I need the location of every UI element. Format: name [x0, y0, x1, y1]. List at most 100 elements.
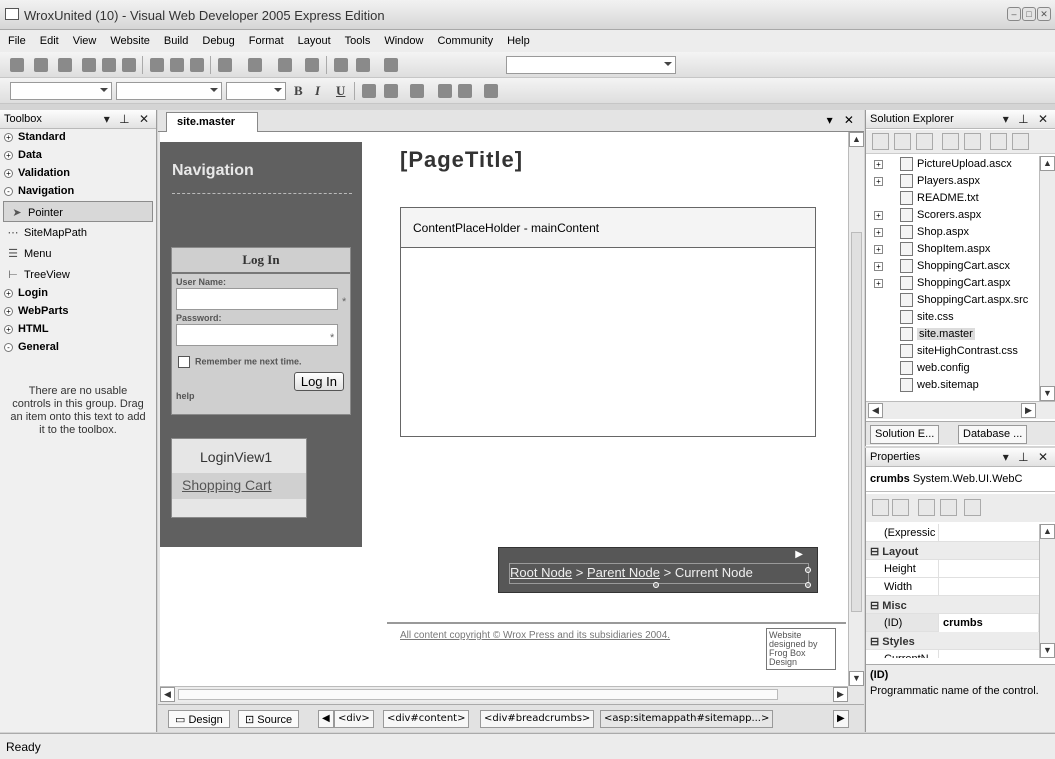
categorized-icon[interactable] — [872, 499, 889, 516]
table-row[interactable]: (ID) crumbs — [866, 614, 1039, 632]
table-row[interactable]: CurrentN — [866, 650, 1039, 658]
sitemappath-crumbs[interactable]: Root Node > Parent Node > Current Node ▶ — [498, 547, 818, 593]
horizontal-scrollbar[interactable]: ◀ ▶ — [160, 686, 848, 702]
paste-icon[interactable] — [190, 58, 204, 72]
copy-icon[interactable] — [170, 58, 184, 72]
list-item[interactable]: siteHighContrast.css — [866, 343, 1039, 360]
menu-format[interactable]: Format — [241, 30, 290, 47]
design-surface[interactable]: Navigation Log In User Name: * Password:… — [160, 132, 848, 686]
table-row[interactable]: Height — [866, 560, 1039, 578]
new-website-icon[interactable] — [34, 58, 48, 72]
toolbox-category-navigation[interactable]: - Navigation — [0, 183, 156, 201]
background-color-icon[interactable] — [384, 84, 398, 98]
list-item[interactable]: web.sitemap — [866, 377, 1039, 394]
menu-file[interactable]: File — [0, 30, 32, 47]
underline-button[interactable]: U — [336, 83, 345, 99]
menu-debug[interactable]: Debug — [194, 30, 240, 47]
help-link[interactable]: help — [172, 389, 350, 403]
toolbox-category-validation[interactable]: + Validation — [0, 165, 156, 183]
font-size-combo[interactable] — [226, 82, 286, 100]
menu-window[interactable]: Window — [376, 30, 429, 47]
properties-controls[interactable]: ▾ ⊥ ✕ — [1003, 450, 1051, 464]
navigate-backward-icon[interactable] — [278, 58, 292, 72]
foreground-color-icon[interactable] — [362, 84, 376, 98]
source-view-button[interactable]: ⊡ Source — [238, 710, 300, 728]
tab-site-master[interactable]: site.master — [166, 112, 258, 133]
nest-files-icon[interactable] — [916, 133, 933, 150]
toolbox-category-general[interactable]: - General — [0, 339, 156, 357]
login-button[interactable]: Log In — [293, 372, 344, 391]
tag-nav-left[interactable]: ◀ — [318, 710, 334, 728]
start-debug-icon[interactable] — [334, 58, 348, 72]
view-designer-icon[interactable] — [964, 133, 981, 150]
properties-scrollbar[interactable]: ▲ ▼ — [1039, 524, 1055, 658]
toolbox-item-sitemappath[interactable]: ⋯ SiteMapPath — [0, 222, 156, 243]
add-item-icon[interactable] — [58, 58, 72, 72]
settings-icon[interactable] — [964, 499, 981, 516]
table-row[interactable]: Width — [866, 578, 1039, 596]
table-row[interactable]: ⊟ Styles — [866, 632, 1039, 650]
copy-website-icon[interactable] — [990, 133, 1007, 150]
list-item[interactable]: site.css — [866, 309, 1039, 326]
password-input[interactable] — [176, 324, 338, 346]
properties-object-selector[interactable]: crumbs System.Web.UI.WebC — [866, 468, 1055, 492]
new-project-icon[interactable] — [10, 58, 24, 72]
remember-me-checkbox[interactable] — [178, 356, 190, 368]
redo-icon[interactable] — [248, 58, 262, 72]
tag-sitemappath[interactable]: <asp:sitemappath#sitemapp...> — [600, 710, 774, 728]
toolbox-category-webparts[interactable]: + WebParts — [0, 303, 156, 321]
close-button[interactable]: ✕ — [1037, 7, 1051, 21]
menu-community[interactable]: Community — [429, 30, 499, 47]
browser-icon[interactable] — [356, 58, 370, 72]
solution-explorer-controls[interactable]: ▾ ⊥ ✕ — [1003, 112, 1051, 126]
list-item-selected[interactable]: site.master — [866, 326, 1039, 343]
toolbox-category-html[interactable]: + HTML — [0, 321, 156, 339]
menu-build[interactable]: Build — [156, 30, 194, 47]
solution-horizontal-scrollbar[interactable]: ◀ ▶ — [866, 401, 1055, 419]
list-item[interactable]: + ShopItem.aspx — [866, 241, 1039, 258]
italic-button[interactable]: I — [315, 83, 320, 99]
block-format-combo[interactable] — [10, 82, 112, 100]
list-item[interactable]: + Players.aspx — [866, 173, 1039, 190]
loginview-control[interactable]: LoginView1 Shopping Cart — [171, 438, 307, 518]
tab-solution-explorer[interactable]: Solution E... — [870, 425, 940, 444]
maximize-button[interactable]: □ — [1022, 7, 1036, 21]
property-pages-icon[interactable] — [918, 499, 935, 516]
menu-layout[interactable]: Layout — [290, 30, 337, 47]
tag-nav-right[interactable]: ▶ — [833, 710, 849, 728]
editor-window-controls[interactable]: ▾ ✕ — [827, 113, 858, 127]
table-row[interactable]: (Expressic — [866, 524, 1039, 542]
save-all-icon[interactable] — [122, 58, 136, 72]
tab-database-explorer[interactable]: Database ... — [958, 425, 1028, 444]
id-value-input[interactable]: crumbs — [938, 614, 1038, 632]
open-icon[interactable] — [82, 58, 96, 72]
menu-edit[interactable]: Edit — [32, 30, 65, 47]
toolbox-empty-message[interactable]: There are no usable controls in this gro… — [0, 357, 156, 437]
justify-icon[interactable] — [410, 84, 424, 98]
menu-tools[interactable]: Tools — [337, 30, 377, 47]
tag-div-breadcrumbs[interactable]: <div#breadcrumbs> — [480, 710, 595, 728]
events-icon[interactable] — [940, 499, 957, 516]
smart-tag-icon[interactable]: ▶ — [795, 549, 803, 560]
vertical-scrollbar[interactable]: ▲ ▼ — [848, 132, 864, 686]
asp-config-icon[interactable] — [1012, 133, 1029, 150]
list-item[interactable]: + ShoppingCart.ascx — [866, 258, 1039, 275]
table-row[interactable]: ⊟ Layout — [866, 542, 1039, 560]
list-item[interactable]: README.txt — [866, 190, 1039, 207]
properties-icon[interactable] — [872, 133, 889, 150]
toolbox-item-treeview[interactable]: ⊢ TreeView — [0, 264, 156, 285]
navigate-forward-icon[interactable] — [305, 58, 319, 72]
crumb-root[interactable]: Root Node — [510, 565, 572, 580]
toolbox-category-data[interactable]: + Data — [0, 147, 156, 165]
list-item[interactable]: + Scorers.aspx — [866, 207, 1039, 224]
toolbox-window-controls[interactable]: ▾ ⊥ ✕ — [104, 112, 152, 126]
design-view-button[interactable]: ▭ Design — [168, 710, 230, 728]
solution-vertical-scrollbar[interactable]: ▲ ▼ — [1039, 156, 1055, 401]
content-placeholder[interactable]: ContentPlaceHolder - mainContent — [400, 207, 816, 437]
bulleted-list-icon[interactable] — [458, 84, 472, 98]
list-item[interactable]: web.config — [866, 360, 1039, 377]
view-code-icon[interactable] — [942, 133, 959, 150]
save-icon[interactable] — [102, 58, 116, 72]
toolbox-item-pointer[interactable]: ➤ Pointer — [3, 201, 153, 222]
toolbox-category-login[interactable]: + Login — [0, 285, 156, 303]
